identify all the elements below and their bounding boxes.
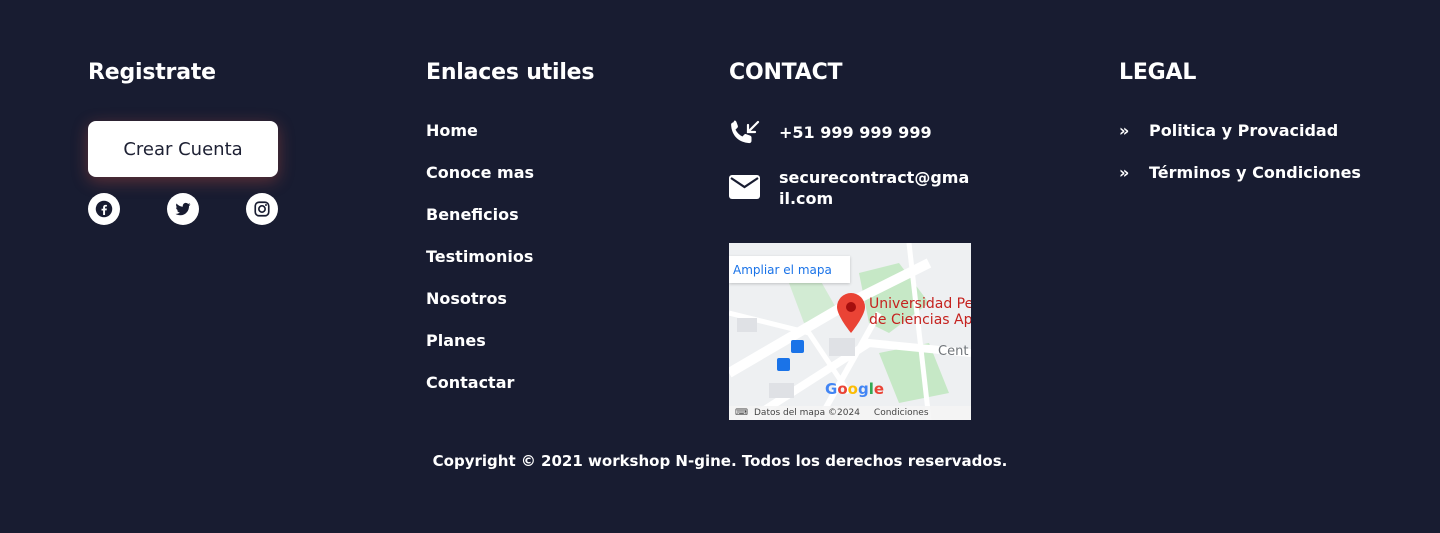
link-testimonios[interactable]: Testimonios: [426, 247, 533, 266]
legal-terms-label: Términos y Condiciones: [1149, 163, 1361, 182]
register-heading: Registrate: [88, 60, 216, 85]
link-home[interactable]: Home: [426, 121, 478, 140]
map-place-line2: de Ciencias Ap: [869, 312, 971, 328]
link-beneficios[interactable]: Beneficios: [426, 205, 519, 224]
keyboard-icon[interactable]: ⌨: [735, 408, 748, 418]
expand-map-link[interactable]: Ampliar el mapa: [729, 256, 850, 283]
create-account-button[interactable]: Crear Cuenta: [88, 121, 278, 177]
legal-heading: LEGAL: [1119, 60, 1197, 85]
map-area-label: Cent: [938, 344, 969, 359]
contact-email: securecontract@gmail.com: [779, 168, 970, 208]
copyright-text: Copyright © 2021 workshop N-gine. Todos …: [432, 452, 1008, 470]
twitter-link[interactable]: [167, 193, 199, 225]
legal-privacy-link[interactable]: » Politica y Provacidad: [1119, 121, 1338, 140]
link-conoce-mas[interactable]: Conoce mas: [426, 163, 534, 182]
link-contactar[interactable]: Contactar: [426, 373, 514, 392]
facebook-icon: [95, 200, 113, 218]
map-place-line1: Universidad Pe: [869, 296, 971, 312]
facebook-link[interactable]: [88, 193, 120, 225]
phone-incoming-icon: [731, 120, 760, 144]
double-chevron-right-icon: »: [1119, 121, 1130, 140]
envelope-icon: [729, 175, 760, 199]
map-place-label: Universidad Pe de Ciencias Ap: [869, 296, 971, 328]
map-terms-link[interactable]: Condiciones: [874, 408, 929, 418]
links-heading: Enlaces utiles: [426, 60, 595, 85]
map-attribution: Datos del mapa ©2024: [754, 408, 860, 418]
legal-terms-link[interactable]: » Términos y Condiciones: [1119, 163, 1361, 182]
double-chevron-right-icon: »: [1119, 163, 1130, 182]
twitter-icon: [175, 202, 191, 216]
map-embed[interactable]: Ampliar el mapa Universidad Pe de Cienci…: [729, 243, 971, 420]
instagram-icon: [254, 201, 270, 217]
map-pin-icon: [837, 293, 865, 333]
map-footer: ⌨ Datos del mapa ©2024 Condiciones: [729, 406, 971, 420]
legal-privacy-label: Politica y Provacidad: [1149, 121, 1339, 140]
contact-phone: +51 999 999 999: [779, 123, 932, 142]
contact-heading: CONTACT: [729, 60, 843, 85]
link-nosotros[interactable]: Nosotros: [426, 289, 507, 308]
instagram-link[interactable]: [246, 193, 278, 225]
google-logo: Google: [825, 380, 885, 398]
link-planes[interactable]: Planes: [426, 331, 486, 350]
